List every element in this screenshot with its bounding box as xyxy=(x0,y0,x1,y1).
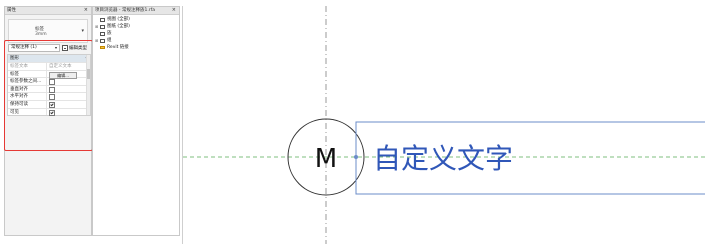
property-name: 垂直对齐 xyxy=(8,85,47,93)
group-icon xyxy=(100,38,105,43)
family-icon xyxy=(100,31,105,36)
property-value xyxy=(47,78,90,86)
revit-link-icon xyxy=(100,46,105,49)
keep-readable-checkbox[interactable] xyxy=(49,101,55,108)
tree-node-label: 族 xyxy=(107,31,112,36)
grid-header-row: 标签文本 自定义文本 xyxy=(8,62,90,70)
scrollbar-thumb[interactable] xyxy=(87,69,90,79)
visible-checkbox[interactable] xyxy=(49,109,55,116)
property-row-visible: 可见 xyxy=(8,107,90,116)
browser-title: 项目浏览器 - 常规注释族1.rfa xyxy=(95,8,155,13)
property-value: 编辑... xyxy=(47,71,90,79)
property-row-label: 标签 编辑... xyxy=(8,69,90,79)
grid-header-col2: 自定义文本 xyxy=(49,64,72,69)
property-name: 可见 xyxy=(8,108,47,116)
tree-node-views[interactable]: 视图 (全部) xyxy=(95,16,130,23)
tree-node-revit-links[interactable]: Revit 链接 xyxy=(95,44,130,51)
wrap-between-params-checkbox[interactable] xyxy=(49,79,55,86)
tree-node-label: 图纸 (全部) xyxy=(107,24,130,29)
grid-scrollbar[interactable] xyxy=(86,55,90,116)
instance-toolbar: 常规注释 (1) ▾ 编辑类型 xyxy=(8,44,92,52)
tree-node-sheets[interactable]: ⊞ 图纸 (全部) xyxy=(95,23,130,30)
highlight-box: 常规注释 (1) ▾ 编辑类型 图形 « 标签文本 自定义文本 标签 编辑...… xyxy=(4,40,93,151)
edit-type-label: 编辑类型 xyxy=(69,46,87,51)
browser-titlebar: 项目浏览器 - 常规注释族1.rfa × xyxy=(93,7,179,15)
tree-node-label: Revit 链接 xyxy=(107,45,129,50)
property-value xyxy=(47,93,90,101)
view-icon xyxy=(100,17,105,22)
instance-filter-value: 常规注释 (1) xyxy=(11,45,37,50)
project-browser: 项目浏览器 - 常规注释族1.rfa × 视图 (全部) ⊞ 图纸 (全部) 族… xyxy=(92,6,180,236)
type-size-label: 3mm xyxy=(35,32,47,37)
close-icon[interactable]: × xyxy=(172,7,176,14)
label-origin-marker xyxy=(354,155,358,159)
section-graphics[interactable]: 图形 « xyxy=(8,55,90,62)
property-value xyxy=(47,86,90,93)
property-name: 水平对齐 xyxy=(8,93,47,100)
property-value xyxy=(47,101,90,108)
edit-type-button[interactable]: 编辑类型 xyxy=(62,44,87,52)
property-row-keep-readable: 保持可读 xyxy=(8,99,90,108)
tree-node-label: 组 xyxy=(107,38,112,43)
canvas-drawing: M 自定义文字 xyxy=(183,6,705,244)
property-row-horizontal-align: 水平对齐 xyxy=(8,92,90,101)
property-name: 标签 xyxy=(8,70,47,78)
instance-filter-select[interactable]: 常规注释 (1) ▾ xyxy=(8,44,60,52)
symbol-letter[interactable]: M xyxy=(315,144,337,174)
edit-type-icon xyxy=(62,45,68,51)
property-row-vertical-align: 垂直对齐 xyxy=(8,84,90,93)
tree-node-groups[interactable]: ⊞ 组 xyxy=(95,37,130,44)
sheet-icon xyxy=(100,24,105,29)
chevron-down-icon[interactable]: ▾ xyxy=(81,28,84,34)
tree-node-label: 视图 (全部) xyxy=(107,17,130,22)
property-value xyxy=(47,109,90,116)
tree-node-families[interactable]: 族 xyxy=(95,30,130,37)
properties-grid: 图形 « 标签文本 自定义文本 标签 编辑... 标签参数之间... 垂直对齐 … xyxy=(7,54,91,117)
horizontal-align-checkbox[interactable] xyxy=(49,94,55,101)
vertical-align-checkbox[interactable] xyxy=(49,86,55,93)
drawing-canvas[interactable]: M 自定义文字 xyxy=(182,6,705,244)
properties-titlebar: 属性 × xyxy=(5,7,91,15)
grid-header-col1: 标签文本 xyxy=(8,63,47,70)
chevron-down-icon[interactable]: ▾ xyxy=(55,45,57,51)
properties-title: 属性 xyxy=(7,8,16,13)
browser-tree: 视图 (全部) ⊞ 图纸 (全部) 族 ⊞ 组 Revit 链接 xyxy=(95,16,130,51)
property-row-wrap-between-params: 标签参数之间... xyxy=(8,77,90,86)
property-name: 保持可读 xyxy=(8,100,47,108)
property-name: 标签参数之间... xyxy=(8,78,47,85)
close-icon[interactable]: × xyxy=(84,7,88,14)
custom-text-label[interactable]: 自定义文字 xyxy=(373,142,513,175)
section-title: 图形 xyxy=(10,56,19,61)
